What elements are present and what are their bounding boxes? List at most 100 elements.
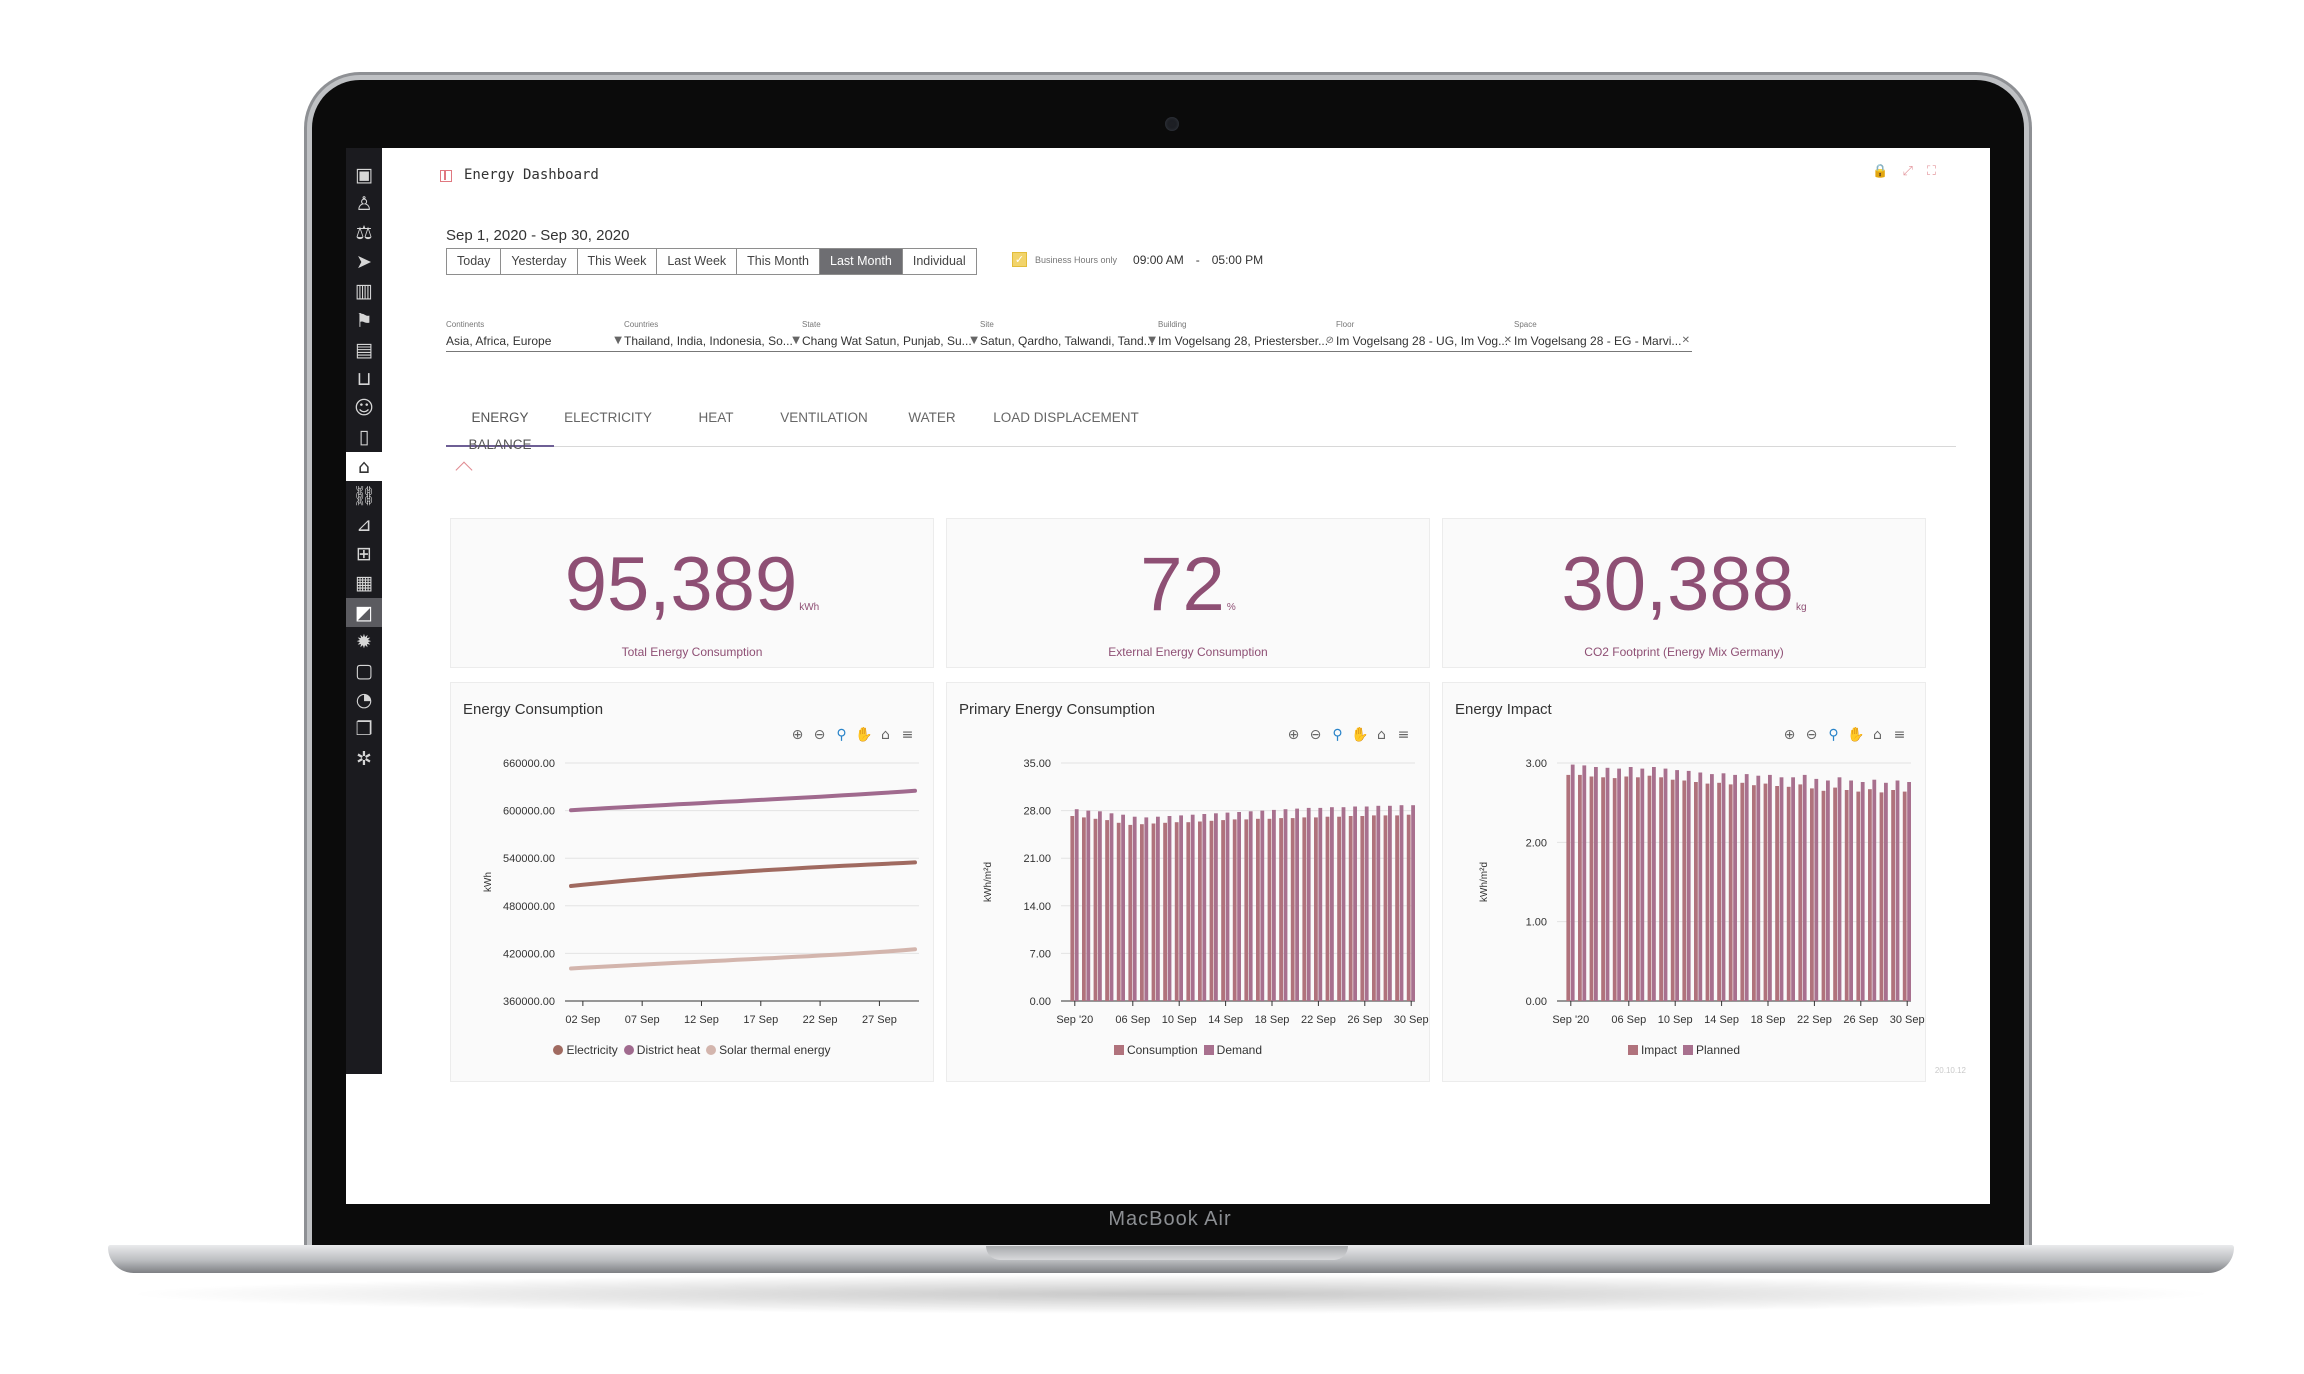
fullscreen-icon[interactable]: ⛶	[1927, 164, 1936, 179]
settings-icon[interactable]: ✹	[346, 627, 382, 656]
building-icon[interactable]: ▥	[346, 277, 382, 306]
tab-load-displacement[interactable]: LOAD DISPLACEMENT	[986, 404, 1146, 447]
documents-icon[interactable]: ▯	[346, 423, 382, 452]
period-button[interactable]: This Week	[577, 249, 658, 274]
filter-site[interactable]: Site Satun, Qardho, Talwandi, Tand... ▼	[980, 320, 1158, 352]
clear-icon[interactable]: ✕	[1682, 332, 1690, 350]
panel-toggle-icon[interactable]	[440, 170, 452, 182]
filter-value-text: Asia, Africa, Europe	[446, 334, 552, 348]
zoom-out-icon[interactable]: ⊖	[811, 727, 828, 743]
laptop-shadow	[118, 1274, 2224, 1314]
filter-value[interactable]: Thailand, India, Indonesia, So... ▼	[624, 332, 802, 352]
legend-item[interactable]: Consumption	[1113, 1043, 1198, 1057]
user-edit-icon[interactable]: ♙	[346, 189, 382, 218]
filter-value[interactable]: Asia, Africa, Europe ▼	[446, 332, 624, 352]
selection-zoom-icon[interactable]: ⚲	[833, 727, 850, 743]
filter-value[interactable]: Im Vogelsang 28, Priestersber... ⊘	[1158, 332, 1336, 352]
legend-item[interactable]: Planned	[1682, 1043, 1740, 1057]
org-tree-icon[interactable]: ⛓	[346, 481, 382, 510]
legend-item[interactable]: Demand	[1203, 1043, 1262, 1057]
filter-floor[interactable]: Floor Im Vogelsang 28 - UG, Im Vog... ✕	[1336, 320, 1514, 352]
reset-home-icon[interactable]: ⌂	[1373, 727, 1390, 743]
pan-hand-icon[interactable]: ✋	[855, 727, 872, 743]
clear-circle-icon[interactable]: ⊘	[1326, 332, 1334, 350]
y-tick-label: 14.00	[1023, 901, 1051, 913]
filter-value[interactable]: Chang Wat Satun, Punjab, Su... ▼	[802, 332, 980, 352]
send-icon[interactable]: ➤	[346, 248, 382, 277]
filter-continents[interactable]: Continents Asia, Africa, Europe ▼	[446, 320, 624, 352]
bar-demand	[1330, 807, 1334, 1001]
business-hours-checkbox[interactable]: ✓	[1012, 252, 1027, 267]
grid-icon[interactable]: ⊞	[346, 540, 382, 569]
cart-icon[interactable]: ⊔	[346, 364, 382, 393]
zoom-in-icon[interactable]: ⊕	[1285, 727, 1302, 743]
gauge-icon[interactable]: ◔	[346, 686, 382, 715]
filter-building[interactable]: Building Im Vogelsang 28, Priestersber...…	[1158, 320, 1336, 352]
pin-icon[interactable]: ⤢	[1902, 164, 1912, 179]
filter-value[interactable]: Satun, Qardho, Talwandi, Tand... ▼	[980, 332, 1158, 352]
business-hours-label: Business Hours only	[1035, 254, 1118, 265]
bar-planned	[1605, 767, 1610, 1001]
signpost-icon[interactable]: ⚑	[346, 306, 382, 335]
reset-home-icon[interactable]: ⌂	[1869, 727, 1886, 743]
bar-impact	[1740, 782, 1745, 1001]
selection-zoom-icon[interactable]: ⚲	[1825, 727, 1842, 743]
dropdown-arrow-icon[interactable]: ▼	[614, 332, 622, 350]
filter-countries[interactable]: Countries Thailand, India, Indonesia, So.…	[624, 320, 802, 352]
x-tick-label: 12 Sep	[684, 1014, 719, 1026]
bar-planned	[1628, 767, 1633, 1001]
zoom-in-icon[interactable]: ⊕	[1781, 727, 1798, 743]
person-icon[interactable]: ☺	[346, 394, 382, 423]
menu-icon[interactable]: ≡	[1395, 727, 1412, 743]
dropdown-arrow-icon[interactable]: ▼	[792, 332, 800, 350]
network-icon[interactable]: ✲	[346, 744, 382, 773]
clear-icon[interactable]: ✕	[1504, 332, 1512, 350]
period-button[interactable]: Individual	[902, 249, 976, 274]
legend-item[interactable]: Electricity	[553, 1043, 618, 1057]
lock-icon[interactable]: 🔒	[1872, 164, 1888, 179]
period-button[interactable]: This Month	[737, 249, 820, 274]
filter-state[interactable]: State Chang Wat Satun, Punjab, Su... ▼	[802, 320, 980, 352]
analytics-icon[interactable]: ◩	[346, 598, 382, 627]
tab-electricity[interactable]: ELECTRICITY	[554, 404, 662, 447]
calendar-grid-icon[interactable]: ▦	[346, 569, 382, 598]
reset-home-icon[interactable]: ⌂	[877, 727, 894, 743]
tab-heat[interactable]: HEAT	[662, 404, 770, 447]
filter-value[interactable]: Im Vogelsang 28 - EG - Marvi... ✕	[1514, 332, 1692, 352]
zoom-in-icon[interactable]: ⊕	[789, 727, 806, 743]
period-button[interactable]: Yesterday	[501, 249, 578, 274]
legend-item[interactable]: District heat	[623, 1043, 700, 1057]
menu-icon[interactable]: ≡	[899, 727, 916, 743]
legend-item[interactable]: Solar thermal energy	[706, 1043, 831, 1057]
collapse-chevron-up-icon[interactable]	[455, 461, 473, 479]
legend-item[interactable]: Impact	[1627, 1043, 1677, 1057]
zoom-out-icon[interactable]: ⊖	[1307, 727, 1324, 743]
copy-icon[interactable]: ❐	[346, 715, 382, 744]
presentation-icon[interactable]: ▣	[346, 160, 382, 189]
time-to-input[interactable]: 05:00 PM	[1212, 253, 1263, 267]
bar-impact	[1879, 792, 1884, 1001]
filter-value[interactable]: Im Vogelsang 28 - UG, Im Vog... ✕	[1336, 332, 1514, 352]
filter-space[interactable]: Space Im Vogelsang 28 - EG - Marvi... ✕	[1514, 320, 1692, 352]
menu-icon[interactable]: ≡	[1891, 727, 1908, 743]
period-button[interactable]: Last Week	[657, 249, 738, 274]
calendar-icon[interactable]: ▢	[346, 656, 382, 685]
selection-zoom-icon[interactable]: ⚲	[1329, 727, 1346, 743]
period-button[interactable]: Today	[447, 249, 502, 274]
dropdown-arrow-icon[interactable]: ▼	[1148, 332, 1156, 350]
tab-ventilation[interactable]: VENTILATION	[770, 404, 878, 447]
dropdown-arrow-icon[interactable]: ▼	[970, 332, 978, 350]
y-tick-label: 0.00	[1030, 996, 1051, 1008]
pan-hand-icon[interactable]: ✋	[1847, 727, 1864, 743]
ledger-icon[interactable]: ▤	[346, 335, 382, 364]
tab-water[interactable]: WATER	[878, 404, 986, 447]
zoom-out-icon[interactable]: ⊖	[1803, 727, 1820, 743]
time-from-input[interactable]: 09:00 AM	[1133, 253, 1184, 267]
x-tick-label: Sep '20	[1056, 1014, 1093, 1026]
scales-icon[interactable]: ⚖	[346, 218, 382, 247]
home-icon[interactable]: ⌂	[346, 452, 382, 481]
presenter-icon[interactable]: ⊿	[346, 510, 382, 539]
pan-hand-icon[interactable]: ✋	[1351, 727, 1368, 743]
period-button[interactable]: Last Month	[820, 249, 903, 274]
tab-energy-balance[interactable]: ENERGY BALANCE	[446, 404, 554, 452]
